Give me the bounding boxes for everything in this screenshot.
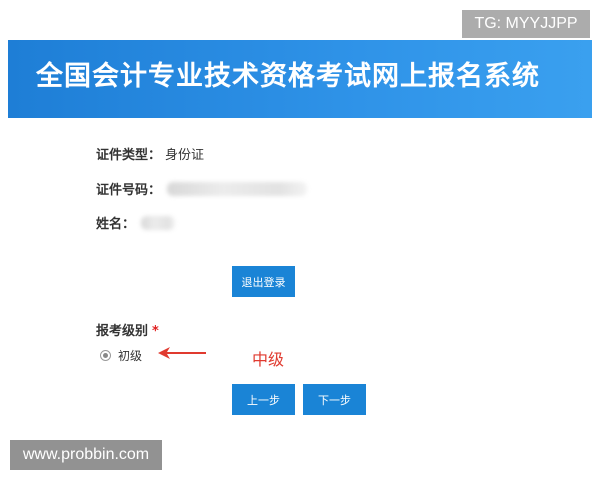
id-type-value: 身份证 xyxy=(165,148,205,163)
annotation-intermediate: 中级 xyxy=(252,350,285,369)
next-step-button[interactable]: 下一步 xyxy=(303,384,366,415)
required-mark: * xyxy=(152,324,159,339)
logout-button[interactable]: 退出登录 xyxy=(232,266,295,297)
level-label-text: 报考级别 xyxy=(96,324,149,339)
header-banner: 全国会计专业技术资格考试网上报名系统 xyxy=(8,40,592,118)
system-title: 全国会计专业技术资格考试网上报名系统 xyxy=(36,61,540,92)
level-radio[interactable] xyxy=(100,350,111,361)
site-watermark: www.probbin.com xyxy=(10,440,162,470)
id-number-redacted xyxy=(167,181,308,196)
level-field-label: 报考级别 * xyxy=(96,320,159,339)
name-redacted xyxy=(141,215,176,230)
level-option-label[interactable]: 初级 xyxy=(118,347,142,364)
id-type-label: 证件类型： xyxy=(96,148,162,163)
name-label: 姓名： xyxy=(96,217,136,232)
tg-watermark: TG: MYYJJPP xyxy=(462,10,590,38)
id-number-row: 证件号码： xyxy=(96,179,308,198)
id-type-row: 证件类型： 身份证 xyxy=(96,144,204,163)
name-row: 姓名： xyxy=(96,213,176,232)
id-number-label: 证件号码： xyxy=(96,183,162,198)
red-arrow-icon xyxy=(158,347,206,359)
level-option-row[interactable]: 初级 xyxy=(100,347,142,364)
prev-step-button[interactable]: 上一步 xyxy=(232,384,295,415)
